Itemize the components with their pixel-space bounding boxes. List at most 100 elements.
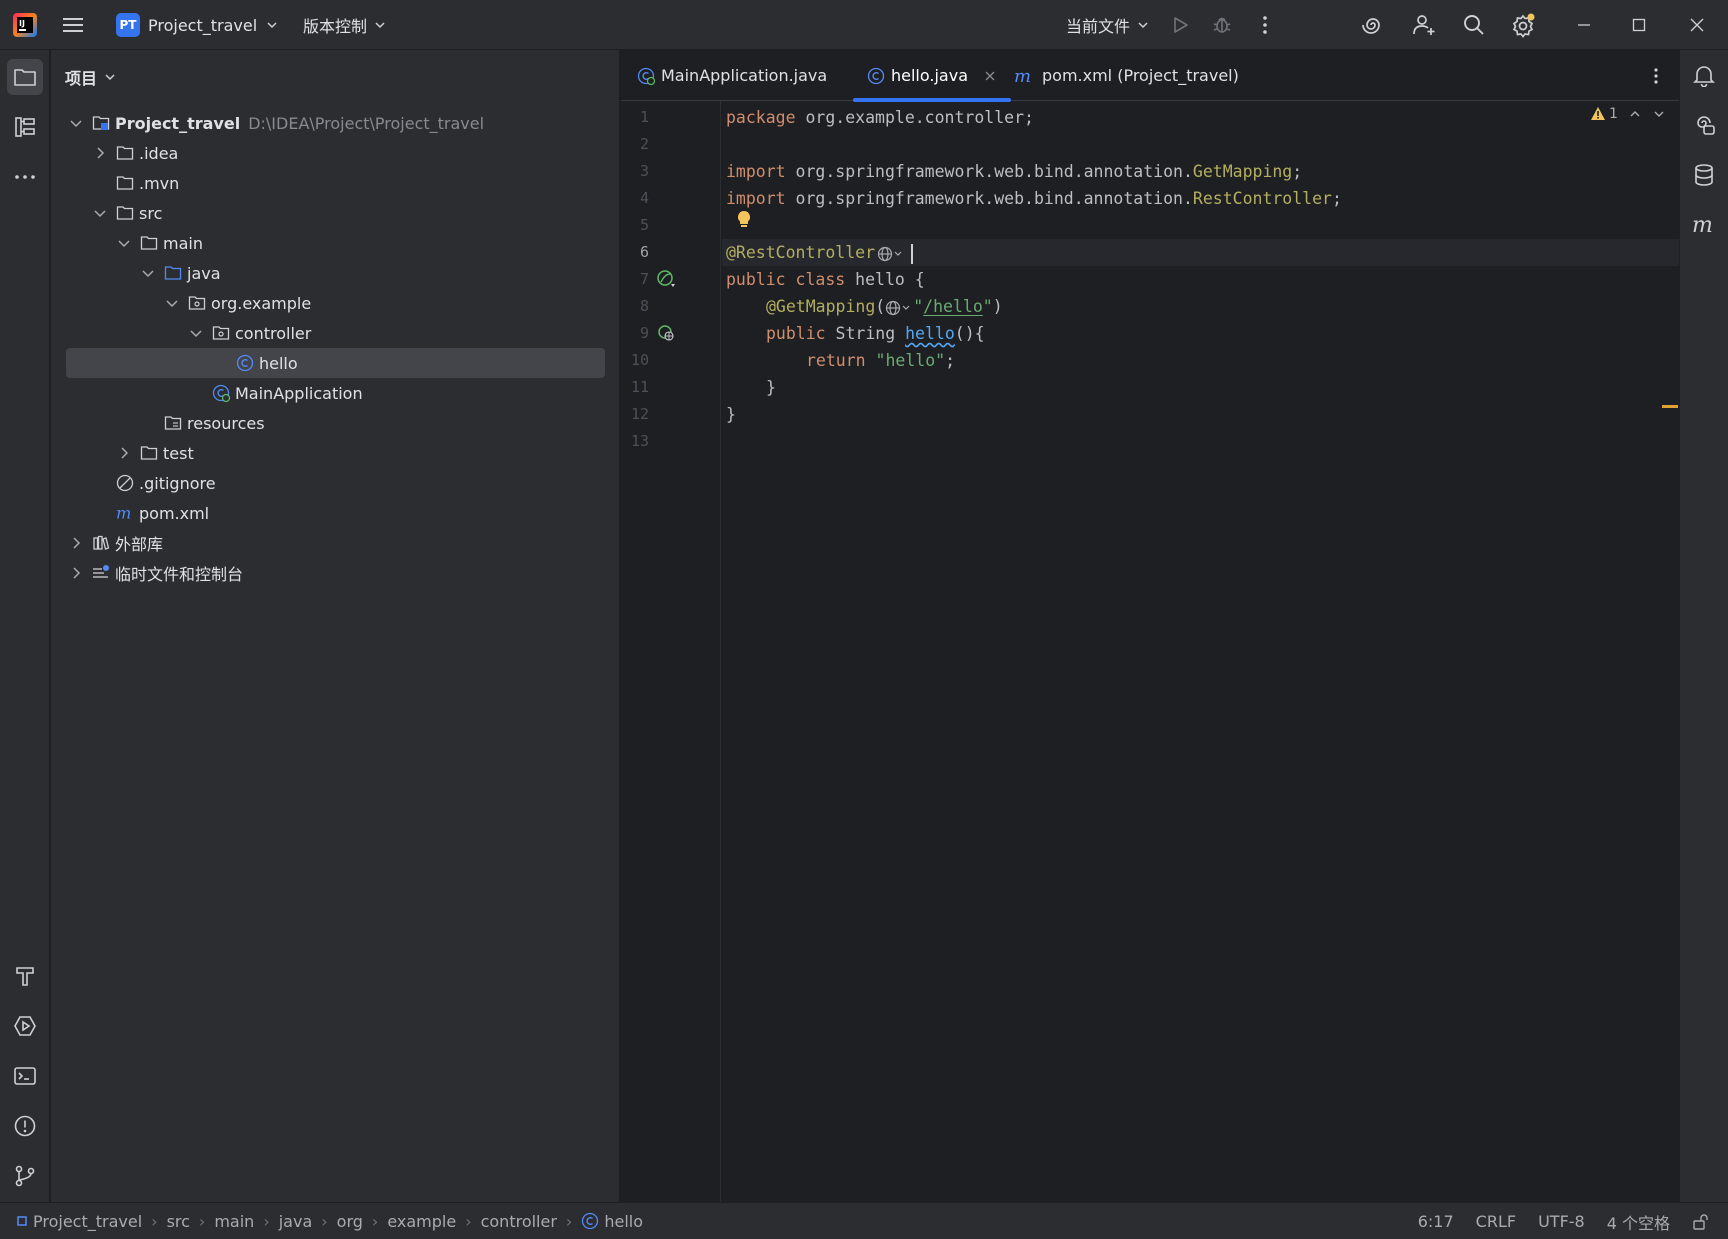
code-token: ; xyxy=(1292,162,1303,181)
ai-chat-button[interactable] xyxy=(1686,107,1722,143)
build-tool-button[interactable] xyxy=(7,958,43,994)
tree-item-scratches[interactable]: 临时文件和控制台 xyxy=(51,558,620,588)
tree-item-java[interactable]: java xyxy=(51,258,620,288)
debug-button[interactable] xyxy=(1200,0,1244,50)
lock-icon[interactable] xyxy=(1692,1213,1710,1231)
caret-position[interactable]: 6:17 xyxy=(1418,1212,1454,1231)
database-button[interactable] xyxy=(1686,157,1722,193)
root-name: Project_travel xyxy=(115,113,241,133)
tree-item-org-example[interactable]: org.example xyxy=(51,288,620,318)
minimize-button[interactable] xyxy=(1559,0,1609,50)
more-tools-button[interactable] xyxy=(7,159,43,195)
warning-stripe-marker[interactable] xyxy=(1662,405,1678,408)
code-token: public xyxy=(766,324,826,343)
maximize-button[interactable] xyxy=(1614,0,1664,50)
tree-item-pom[interactable]: m pom.xml xyxy=(51,498,620,528)
spring-bean-gutter-icon[interactable] xyxy=(656,269,678,289)
chevron-down-icon[interactable] xyxy=(164,295,180,311)
more-actions-button[interactable] xyxy=(1243,0,1287,50)
method-name-token[interactable]: hello xyxy=(905,324,955,343)
left-tool-strip xyxy=(0,50,50,1202)
code-token: @GetMapping xyxy=(766,297,876,316)
code-token: import xyxy=(726,162,786,181)
lightbulb-icon[interactable] xyxy=(736,210,752,230)
chevron-down-icon[interactable] xyxy=(1652,107,1666,121)
tree-item-mvn[interactable]: .mvn xyxy=(51,168,620,198)
tree-item-controller[interactable]: controller xyxy=(51,318,620,348)
breadcrumb-item[interactable]: hello xyxy=(604,1212,643,1231)
warning-counter[interactable]: 1 xyxy=(1590,106,1618,122)
breadcrumb-item[interactable]: org xyxy=(337,1212,363,1231)
chevron-right-icon[interactable] xyxy=(68,535,84,551)
ai-assistant-button[interactable] xyxy=(1351,0,1395,50)
project-tool-button[interactable] xyxy=(7,59,43,95)
project-panel-header[interactable]: 项目 xyxy=(65,64,117,90)
vcs-menu[interactable]: 版本控制 xyxy=(303,0,387,50)
chevron-down-icon[interactable] xyxy=(140,265,156,281)
vcs-label: 版本控制 xyxy=(303,17,368,36)
line-separator[interactable]: CRLF xyxy=(1476,1212,1516,1231)
tree-item-resources[interactable]: resources xyxy=(51,408,620,438)
url-path-token[interactable]: /hello xyxy=(923,297,983,316)
chevron-down-icon xyxy=(373,18,387,32)
code-area[interactable]: package org.example.controller; import o… xyxy=(722,101,1679,1202)
tree-item-src[interactable]: src xyxy=(51,198,620,228)
breadcrumb-item[interactable]: example xyxy=(387,1212,456,1231)
tab-pom-xml[interactable]: m pom.xml (Project_travel) xyxy=(1014,50,1239,101)
globe-icon[interactable] xyxy=(877,246,905,262)
git-tool-button[interactable] xyxy=(7,1158,43,1194)
chevron-up-icon[interactable] xyxy=(1628,107,1642,121)
chevron-down-icon[interactable] xyxy=(116,235,132,251)
code-line-3: import org.springframework.web.bind.anno… xyxy=(722,158,1679,185)
line-number: 13 xyxy=(630,432,649,450)
tree-item-main[interactable]: main xyxy=(51,228,620,258)
breadcrumb-item[interactable]: java xyxy=(279,1212,313,1231)
line-number: 3 xyxy=(639,162,649,180)
search-button[interactable] xyxy=(1452,0,1496,50)
chevron-down-icon[interactable] xyxy=(188,325,204,341)
run-config-selector[interactable]: 当前文件 xyxy=(1066,0,1150,50)
tab-hello-java[interactable]: hello.java xyxy=(853,50,1011,102)
notifications-button[interactable] xyxy=(1686,57,1722,93)
file-encoding[interactable]: UTF-8 xyxy=(1538,1212,1585,1231)
settings-button[interactable] xyxy=(1501,0,1545,50)
structure-tool-button[interactable] xyxy=(7,109,43,145)
globe-icon[interactable] xyxy=(885,300,913,316)
close-window-button[interactable] xyxy=(1672,0,1722,50)
tree-item-root[interactable]: Project_travel D:\IDEA\Project\Project_t… xyxy=(51,108,620,138)
tree-item-idea[interactable]: .idea xyxy=(51,138,620,168)
breadcrumb-item[interactable]: controller xyxy=(481,1212,557,1231)
breadcrumb-item[interactable]: Project_travel xyxy=(33,1212,142,1231)
breadcrumb-item[interactable]: src xyxy=(167,1212,190,1231)
tree-item-hello[interactable]: hello xyxy=(66,348,605,378)
chevron-down-icon[interactable] xyxy=(68,115,84,131)
spring-boot-class-icon xyxy=(637,67,655,85)
inspection-widget[interactable]: 1 xyxy=(1590,106,1666,122)
chevron-right-icon: › xyxy=(371,1211,379,1231)
main-menu-button[interactable] xyxy=(58,0,88,50)
chevron-right-icon[interactable] xyxy=(92,145,108,161)
maven-icon: m xyxy=(1014,67,1036,85)
tree-item-external-libraries[interactable]: 外部库 xyxy=(51,528,620,558)
tab-options-button[interactable] xyxy=(1651,50,1661,101)
tab-main-application[interactable]: MainApplication.java xyxy=(637,50,827,101)
run-button[interactable] xyxy=(1158,0,1202,50)
code-with-me-button[interactable] xyxy=(1402,0,1446,50)
close-tab-icon[interactable] xyxy=(984,70,996,82)
project-switcher[interactable]: PT Project_travel xyxy=(116,0,279,50)
terminal-tool-button[interactable] xyxy=(7,1058,43,1094)
breadcrumb-item[interactable]: main xyxy=(214,1212,254,1231)
problems-tool-button[interactable] xyxy=(7,1108,43,1144)
endpoint-gutter-icon[interactable] xyxy=(656,324,678,344)
chevron-down-icon[interactable] xyxy=(92,205,108,221)
tree-item-test[interactable]: test xyxy=(51,438,620,468)
class-icon xyxy=(581,1212,599,1230)
services-tool-button[interactable] xyxy=(7,1008,43,1044)
chevron-right-icon[interactable] xyxy=(116,445,132,461)
root-path: D:\IDEA\Project\Project_travel xyxy=(248,113,485,133)
tree-item-gitignore[interactable]: .gitignore xyxy=(51,468,620,498)
tree-item-main-application[interactable]: MainApplication xyxy=(51,378,620,408)
maven-tool-button[interactable]: m xyxy=(1686,207,1722,243)
indent-setting[interactable]: 4 个空格 xyxy=(1607,1210,1670,1234)
chevron-right-icon[interactable] xyxy=(68,565,84,581)
